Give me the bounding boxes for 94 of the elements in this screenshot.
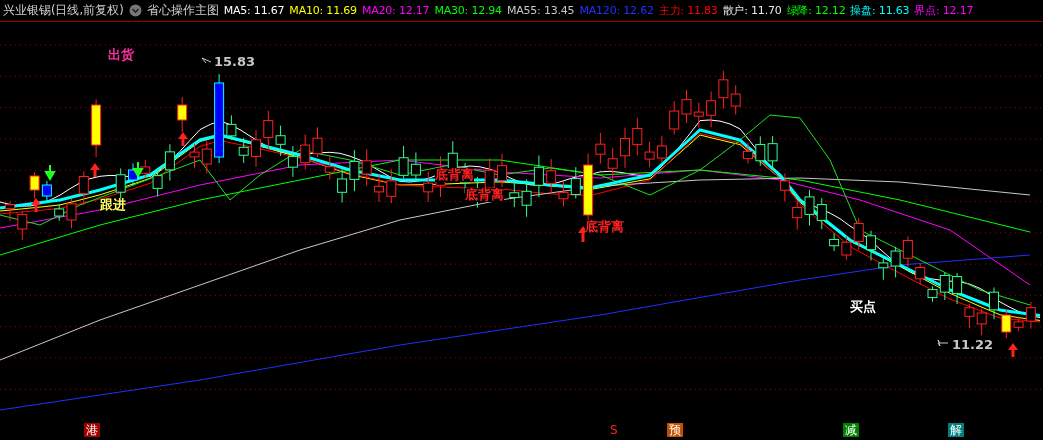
legend-value: MA30: 12.94	[434, 4, 502, 17]
candlestick	[386, 168, 397, 204]
candlestick	[91, 98, 102, 158]
candlestick	[804, 189, 815, 227]
candlestick	[238, 137, 249, 164]
candlestick	[251, 129, 261, 168]
candlestick	[423, 170, 434, 203]
candlestick	[706, 91, 717, 128]
candlestick	[361, 148, 372, 187]
candlestick	[29, 171, 40, 200]
candlestick	[128, 162, 138, 187]
candlestick	[78, 170, 89, 206]
signal-marker: 港	[84, 423, 100, 438]
candlestick	[349, 149, 360, 192]
candlestick	[952, 272, 963, 305]
candlestick	[164, 143, 175, 182]
legend-value: MA20: 12.17	[361, 4, 430, 17]
up-arrow-icon	[90, 163, 100, 177]
candlestick	[287, 145, 298, 178]
signal-marker: 预	[667, 423, 683, 438]
dropdown-icon[interactable]	[128, 4, 142, 17]
candlestick	[878, 257, 889, 281]
leader-line	[937, 339, 949, 347]
candlestick	[767, 135, 778, 170]
chart-label: 跟进	[100, 198, 126, 213]
candlestick	[853, 217, 864, 251]
legend-value: 主力: 11.83	[658, 3, 718, 18]
candlestick	[792, 199, 803, 231]
candlestick	[989, 287, 999, 320]
candlestick	[300, 134, 311, 170]
candlestick	[669, 100, 680, 135]
indicator-name[interactable]: 省心操作主图	[146, 3, 219, 18]
candlestick	[497, 153, 507, 188]
leader-line	[201, 57, 212, 64]
chart-label: 底背离	[465, 188, 504, 203]
candlestick	[730, 84, 741, 116]
candlestick	[902, 236, 913, 268]
candlestick	[718, 70, 729, 110]
candlestick	[816, 197, 827, 230]
candlestick	[693, 102, 704, 128]
candlestick	[976, 308, 987, 336]
candlestick	[275, 125, 286, 157]
down-arrow-icon	[44, 164, 56, 181]
candlestick	[5, 201, 15, 222]
candlestick	[656, 135, 667, 163]
up-arrow-icon	[31, 198, 41, 212]
legend-value: MA10: 11.69	[289, 4, 357, 17]
up-arrow-icon	[178, 132, 188, 146]
down-arrow-icon	[132, 161, 144, 178]
chart-label: 底背离	[585, 220, 624, 235]
candlestick	[607, 147, 618, 181]
candlestick	[866, 230, 876, 262]
candlestick	[546, 158, 557, 195]
candlestick	[312, 126, 323, 158]
candlestick	[829, 232, 840, 252]
legend-value: MA5: 11.67	[223, 4, 285, 17]
candlestick	[570, 166, 581, 199]
candlestick	[189, 143, 200, 169]
chart-label: 出货	[108, 48, 134, 63]
candlestick	[681, 89, 692, 124]
legend-value: 操盘: 11.63	[850, 3, 910, 18]
candlestick	[374, 174, 384, 203]
candlestick	[915, 263, 926, 286]
candlestick	[558, 180, 569, 207]
up-arrow-icon	[1008, 343, 1018, 357]
candlestick	[177, 96, 188, 133]
legend-value: 界点: 12.17	[914, 3, 974, 18]
candlestick	[324, 155, 335, 180]
candlestick	[410, 151, 421, 183]
signal-marker: 减	[843, 423, 859, 438]
candlestick	[964, 303, 975, 329]
legend-value: 散户: 11.70	[722, 3, 782, 18]
candlestick	[743, 142, 753, 164]
chart-label: 买点	[850, 300, 876, 315]
candlestick	[398, 145, 409, 179]
legend-value: MA120: 12.62	[579, 4, 654, 17]
candlestick	[841, 235, 852, 261]
candlestick	[521, 178, 532, 218]
candlestick	[337, 167, 348, 203]
candlestick	[17, 210, 28, 241]
candlestick	[41, 180, 52, 202]
stock-title: 兴业银锡(日线,前复权)	[3, 3, 124, 18]
candlestick	[201, 140, 212, 174]
candlestick	[620, 127, 630, 169]
signal-marker: 解	[948, 423, 964, 438]
candlestick	[755, 135, 766, 167]
candlestick	[533, 155, 544, 198]
candlestick	[779, 172, 790, 202]
candlestick	[890, 246, 901, 278]
candlestick	[263, 110, 274, 150]
chart-label: 底背离	[435, 168, 474, 183]
legend-value: 绿降: 12.12	[786, 3, 846, 18]
legend-value: MA55: 13.45	[506, 4, 575, 17]
candlestick	[509, 180, 520, 208]
